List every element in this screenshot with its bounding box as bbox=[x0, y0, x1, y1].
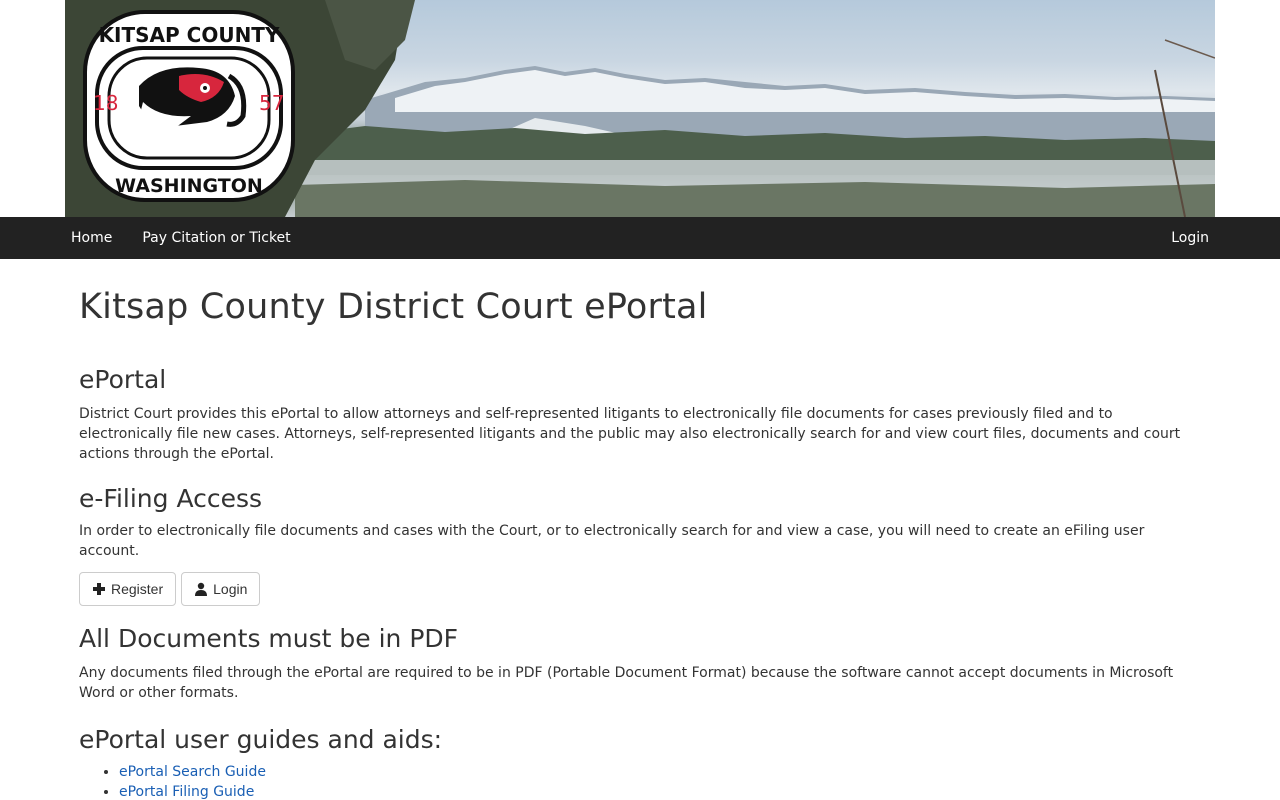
plus-icon bbox=[93, 583, 105, 595]
section-text-pdf: Any documents filed through the ePortal … bbox=[79, 665, 1174, 701]
register-button-label: Register bbox=[111, 581, 164, 597]
section-heading-guides: ePortal user guides and aids: bbox=[79, 725, 443, 754]
nav-right: Login bbox=[1156, 217, 1224, 259]
page-title: Kitsap County District Court ePortal bbox=[79, 287, 708, 327]
section-heading-efiling: e-Filing Access bbox=[79, 484, 263, 513]
register-button[interactable]: Register bbox=[79, 572, 177, 606]
section-text-efiling: In order to electronically file document… bbox=[79, 523, 1145, 559]
nav-links: Home Pay Citation or Ticket bbox=[56, 217, 306, 259]
main-content: Kitsap County District Court ePortal ePo… bbox=[0, 287, 1280, 800]
kitsap-county-seal-logo: KITSAP COUNTY WASHINGTON 18 57 bbox=[83, 10, 295, 202]
search-guide-link[interactable]: ePortal Search Guide bbox=[119, 764, 266, 780]
nav-home-link[interactable]: Home bbox=[56, 217, 127, 259]
seal-top-text: KITSAP COUNTY bbox=[99, 23, 280, 47]
section-heading-eportal: ePortal bbox=[79, 365, 167, 394]
section-pdf-requirement: All Documents must be in PDF Any documen… bbox=[79, 624, 1201, 703]
login-button[interactable]: Login bbox=[181, 572, 261, 606]
section-efiling-access: e-Filing Access In order to electronical… bbox=[79, 484, 1201, 606]
section-text-eportal: District Court provides this ePortal to … bbox=[79, 406, 1181, 462]
top-navbar: Home Pay Citation or Ticket Login bbox=[0, 217, 1280, 259]
efiling-button-row: Register Login bbox=[79, 572, 1201, 606]
user-icon bbox=[195, 582, 208, 596]
section-eportal: ePortal District Court provides this ePo… bbox=[79, 365, 1201, 464]
section-user-guides: ePortal user guides and aids: ePortal Se… bbox=[79, 725, 1201, 800]
nav-pay-citation-link[interactable]: Pay Citation or Ticket bbox=[127, 217, 305, 259]
filing-guide-link[interactable]: ePortal Filing Guide bbox=[119, 784, 254, 800]
login-button-label: Login bbox=[213, 581, 248, 597]
list-item: ePortal Filing Guide bbox=[119, 782, 1201, 800]
header-banner: KITSAP COUNTY WASHINGTON 18 57 bbox=[65, 0, 1215, 217]
section-heading-pdf: All Documents must be in PDF bbox=[79, 624, 459, 653]
seal-year-left: 18 bbox=[93, 91, 118, 115]
nav-login-link[interactable]: Login bbox=[1156, 230, 1224, 246]
seal-bottom-text: WASHINGTON bbox=[115, 175, 263, 197]
guides-list: ePortal Search Guide ePortal Filing Guid… bbox=[79, 762, 1201, 800]
list-item: ePortal Search Guide bbox=[119, 762, 1201, 782]
seal-year-right: 57 bbox=[259, 91, 284, 115]
